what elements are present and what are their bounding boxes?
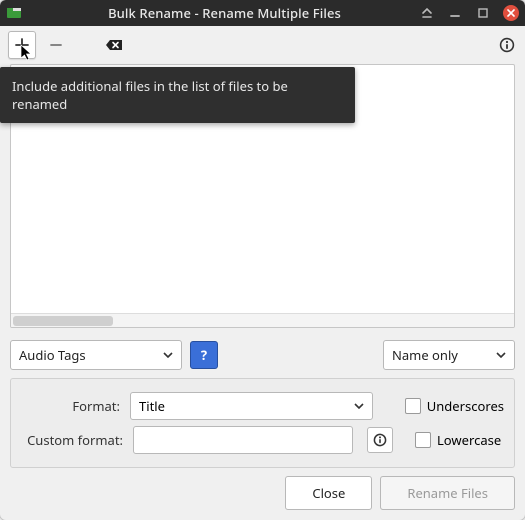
options-panel: Format: Title Underscores Custom format: (10, 378, 515, 468)
scrollbar-thumb[interactable] (13, 316, 113, 326)
lowercase-label: Lowercase (437, 431, 501, 449)
format-combo[interactable]: Title (130, 392, 373, 420)
custom-format-row: Custom format: Lowercase (21, 423, 504, 457)
rename-mode-combo[interactable]: Audio Tags (10, 340, 182, 370)
help-button[interactable]: ? (190, 341, 218, 369)
checkbox-icon (405, 398, 421, 414)
underscores-checkbox[interactable]: Underscores (405, 397, 504, 415)
checkbox-icon (415, 432, 431, 448)
titlebar: Bulk Rename - Rename Multiple Files (0, 0, 525, 26)
rename-mode-value: Audio Tags (19, 346, 153, 364)
add-files-button[interactable] (8, 31, 36, 59)
close-button-label: Close (312, 484, 345, 502)
about-button[interactable] (497, 35, 517, 55)
maximize-button[interactable] (475, 5, 491, 21)
custom-format-input[interactable] (133, 426, 353, 454)
keep-above-button[interactable] (419, 5, 435, 21)
help-button-label: ? (201, 346, 207, 364)
format-row: Format: Title Underscores (21, 389, 504, 423)
toolbar (0, 26, 525, 64)
format-value: Title (139, 397, 354, 415)
minimize-button[interactable] (447, 5, 463, 21)
chevron-down-icon (496, 352, 506, 358)
column-combo[interactable]: Name only (383, 340, 515, 370)
app-icon (6, 5, 22, 21)
custom-format-label: Custom format: (21, 431, 123, 449)
horizontal-scrollbar[interactable] (11, 313, 514, 327)
close-button[interactable]: Close (285, 476, 372, 510)
tooltip: Include additional files in the list of … (0, 67, 355, 123)
column-combo-value: Name only (392, 346, 486, 364)
underscores-label: Underscores (427, 397, 504, 415)
chevron-down-icon (163, 352, 173, 358)
window-buttons (419, 5, 519, 21)
rename-files-button-label: Rename Files (407, 484, 488, 502)
dialog-buttons: Close Rename Files (0, 476, 525, 520)
app-window: Bulk Rename - Rename Multiple Files (0, 0, 525, 520)
window-title: Bulk Rename - Rename Multiple Files (30, 4, 419, 22)
clear-files-button[interactable] (100, 31, 128, 59)
chevron-down-icon (354, 403, 364, 409)
rename-files-button[interactable]: Rename Files (380, 476, 515, 510)
lowercase-checkbox[interactable]: Lowercase (415, 431, 501, 449)
remove-files-button[interactable] (42, 31, 70, 59)
format-label: Format: (21, 397, 120, 415)
controls-row: Audio Tags ? Name only (0, 334, 525, 374)
custom-format-info-button[interactable] (367, 427, 393, 453)
close-window-button[interactable] (503, 5, 519, 21)
